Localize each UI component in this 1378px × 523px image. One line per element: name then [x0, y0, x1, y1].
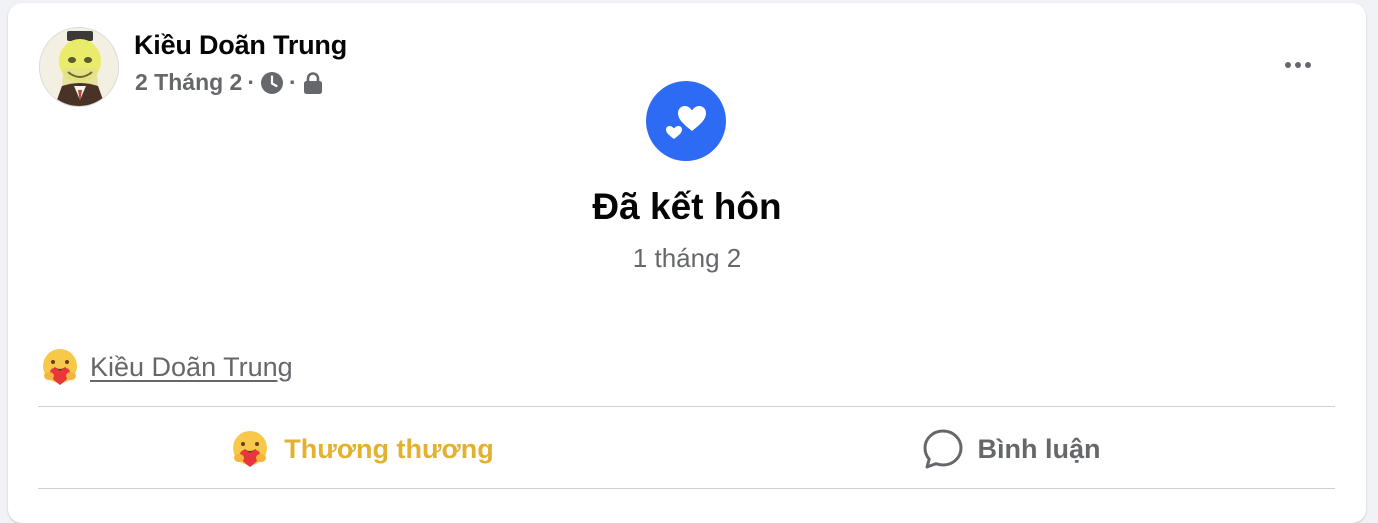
- clock-icon: [260, 71, 284, 95]
- care-reaction-button[interactable]: Thương thương: [38, 418, 686, 480]
- more-dot-icon: [1285, 62, 1291, 68]
- post-card: Kiều Doãn Trung 2 Tháng 2 · · Đã kết hôn: [8, 3, 1366, 523]
- author-avatar[interactable]: [39, 27, 119, 107]
- more-dot-icon: [1295, 62, 1301, 68]
- life-event-title: Đã kết hôn: [592, 186, 782, 227]
- life-event-date: 1 tháng 2: [632, 243, 742, 273]
- care-emoji-icon: [40, 347, 80, 387]
- post-date[interactable]: 2 Tháng 2: [135, 69, 242, 96]
- divider: [38, 488, 1335, 489]
- care-reaction-label: Thương thương: [284, 433, 494, 464]
- care-emoji-icon: [230, 429, 270, 469]
- hearts-icon: [646, 81, 726, 161]
- comment-button[interactable]: Bình luận: [687, 418, 1335, 480]
- more-options-button[interactable]: [1270, 51, 1326, 79]
- comment-icon: [922, 428, 964, 470]
- comment-label: Bình luận: [977, 433, 1101, 464]
- lock-icon[interactable]: [302, 71, 324, 95]
- meta-separator: ·: [247, 69, 256, 95]
- author-name[interactable]: Kiều Doãn Trung: [134, 30, 347, 61]
- post-meta: 2 Tháng 2 · ·: [135, 69, 324, 96]
- more-dot-icon: [1305, 62, 1311, 68]
- divider: [38, 406, 1335, 407]
- meta-separator-2: ·: [289, 69, 297, 95]
- reaction-summary[interactable]: Kiều Doãn Trung: [40, 347, 293, 387]
- reactor-name-link[interactable]: Kiều Doãn Trung: [90, 352, 293, 383]
